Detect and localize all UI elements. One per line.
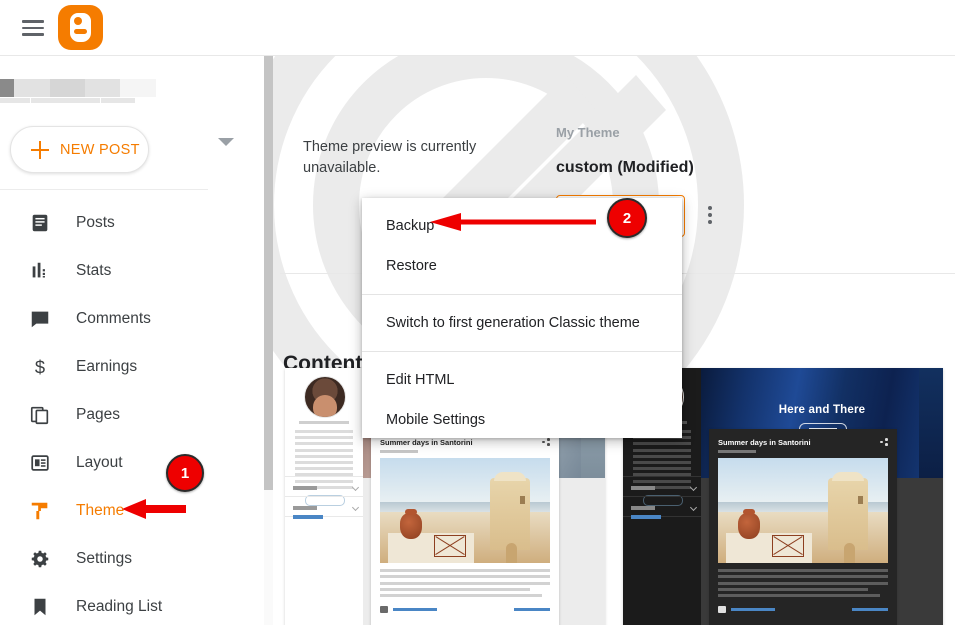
layout-icon xyxy=(29,452,51,474)
comment-icon xyxy=(380,606,388,613)
preview-post-date xyxy=(718,450,756,453)
menu-separator xyxy=(362,294,682,295)
sidebar-divider xyxy=(0,189,208,190)
annotation-badge-1: 1 xyxy=(166,454,204,492)
menu-separator xyxy=(362,351,682,352)
sidebar-item-label: Reading List xyxy=(76,598,163,615)
author-bio-lines xyxy=(295,430,353,492)
plus-icon xyxy=(31,140,49,159)
comment-icon xyxy=(718,606,726,613)
preview-post-footer xyxy=(380,605,550,615)
post-comment-link xyxy=(393,608,437,612)
sidebar-item-reading-list[interactable]: Reading List xyxy=(0,583,265,625)
new-post-label: NEW POST xyxy=(60,141,140,158)
comments-icon xyxy=(29,308,51,330)
archive-row-label xyxy=(631,486,655,490)
read-more-link xyxy=(852,608,888,612)
preview-banner-right-edge xyxy=(919,368,943,478)
preview-post-area: Summer days in Santorini xyxy=(363,429,605,625)
kebab-menu-icon[interactable] xyxy=(696,201,724,229)
annotation-badge-2: 2 xyxy=(607,198,647,238)
report-abuse-link xyxy=(631,515,661,519)
report-abuse-link xyxy=(293,515,323,519)
hamburger-menu-icon[interactable] xyxy=(20,15,46,41)
reading-list-icon xyxy=(29,596,51,618)
pages-icon xyxy=(29,404,51,426)
sidebar-item-label: Earnings xyxy=(76,358,138,375)
posts-icon xyxy=(29,212,51,234)
preview-sidebar xyxy=(285,368,363,625)
labels-row-label xyxy=(631,506,655,510)
preview-post-footer xyxy=(718,605,888,615)
top-app-bar xyxy=(0,0,955,56)
blog-title-redacted xyxy=(0,79,156,97)
svg-text:$: $ xyxy=(35,356,45,377)
sidebar-item-layout[interactable]: Layout xyxy=(0,439,265,487)
preview-post-title: Summer days in Santorini xyxy=(718,438,811,447)
blog-selector[interactable] xyxy=(0,55,265,117)
menu-item-switch-classic-theme[interactable]: Switch to first generation Classic theme xyxy=(362,303,682,343)
sidebar-item-settings[interactable]: Settings xyxy=(0,535,265,583)
stats-icon xyxy=(29,260,51,282)
labels-row-label xyxy=(293,506,317,510)
preview-post-image xyxy=(380,458,550,563)
chevron-down-icon[interactable] xyxy=(218,138,234,146)
annotation-arrow-2 xyxy=(428,212,598,232)
sidebar-item-posts[interactable]: Posts xyxy=(0,199,265,247)
preview-post-text xyxy=(380,569,550,600)
preview-blog-title: Here and There xyxy=(778,404,866,416)
blog-url-redacted xyxy=(0,98,135,103)
sidebar-nav-list: Posts Stats Comments $ Earnings Pages La… xyxy=(0,199,265,625)
settings-icon xyxy=(29,548,51,570)
sidebar-item-comments[interactable]: Comments xyxy=(0,295,265,343)
preview-post-text xyxy=(718,569,888,600)
read-more-link xyxy=(514,608,550,612)
menu-item-edit-html[interactable]: Edit HTML xyxy=(362,360,682,400)
sidebar-item-label: Comments xyxy=(76,310,151,327)
share-icon xyxy=(880,438,888,446)
current-theme-name: custom (Modified) xyxy=(556,159,694,176)
preview-post-image xyxy=(718,458,888,563)
post-comment-link xyxy=(731,608,775,612)
my-theme-label: My Theme xyxy=(556,125,620,140)
sidebar-item-label: Layout xyxy=(76,454,123,471)
sidebar-scrollbar-thumb[interactable] xyxy=(264,55,273,490)
earnings-icon: $ xyxy=(29,356,51,378)
sidebar-item-label: Settings xyxy=(76,550,133,567)
sidebar-item-pages[interactable]: Pages xyxy=(0,391,265,439)
preview-post-area: Summer days in Santorini xyxy=(701,429,943,625)
preview-post-card: Summer days in Santorini xyxy=(371,429,559,625)
theme-icon xyxy=(29,500,51,522)
sidebar-item-earnings[interactable]: $ Earnings xyxy=(0,343,265,391)
author-name-line xyxy=(299,421,349,424)
sidebar-item-label: Pages xyxy=(76,406,120,423)
avatar xyxy=(304,376,346,418)
left-sidebar: NEW POST Posts Stats Comments $ Earnings… xyxy=(0,55,266,625)
new-post-button[interactable]: NEW POST xyxy=(10,126,149,173)
preview-post-card: Summer days in Santorini xyxy=(709,429,897,625)
sidebar-item-label: Posts xyxy=(76,214,115,231)
preview-unavailable-message: Theme preview is currently unavailable. xyxy=(303,139,477,176)
blogger-app-window: NEW POST Posts Stats Comments $ Earnings… xyxy=(0,0,955,625)
preview-post-date xyxy=(380,450,418,453)
archive-row-label xyxy=(293,486,317,490)
menu-item-mobile-settings[interactable]: Mobile Settings xyxy=(362,400,682,440)
sidebar-item-label: Stats xyxy=(76,262,112,279)
annotation-arrow-1 xyxy=(120,497,188,521)
sidebar-item-label: Theme xyxy=(76,502,125,519)
menu-item-restore[interactable]: Restore xyxy=(362,246,682,286)
blogger-logo-icon[interactable] xyxy=(58,5,103,50)
sidebar-scrollbar-track[interactable] xyxy=(264,55,273,625)
sidebar-item-stats[interactable]: Stats xyxy=(0,247,265,295)
